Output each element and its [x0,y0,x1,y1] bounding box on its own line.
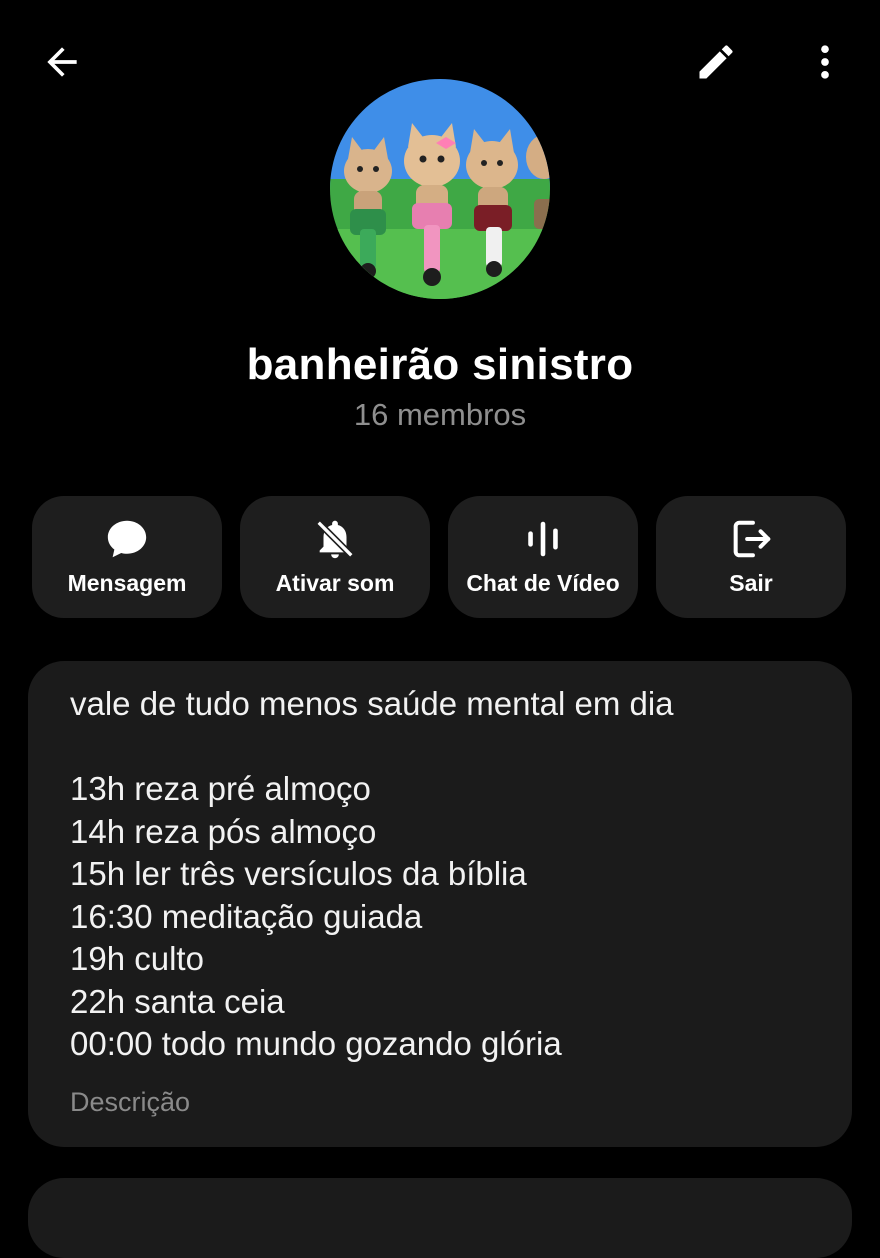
group-avatar-image [330,79,550,299]
unmute-button-label: Ativar som [275,570,395,596]
bell-off-icon [316,520,354,559]
video-chat-button[interactable]: Chat de Vídeo [448,496,638,618]
leave-button[interactable]: Sair [656,496,846,618]
logout-icon [733,520,771,558]
unmute-button[interactable]: Ativar som [240,496,430,618]
message-button[interactable]: Mensagem [32,496,222,618]
video-chat-button-label: Chat de Vídeo [466,570,620,596]
next-section-card [28,1178,852,1258]
more-options-button[interactable] [793,30,857,94]
chat-bubble-icon [107,520,147,558]
description-label: Descrição [70,1087,191,1117]
leave-button-label: Sair [729,570,773,596]
audio-bars-icon [528,521,558,557]
arrow-left-icon [47,47,77,77]
message-button-label: Mensagem [67,570,187,596]
pencil-icon [699,45,733,79]
member-count[interactable]: 16 membros [0,397,880,433]
back-button[interactable] [30,30,94,94]
group-name: banheirão sinistro [246,340,634,389]
edit-button[interactable] [684,30,748,94]
description-text: vale de tudo menos saúde mental em dia 1… [70,685,674,1062]
more-vertical-icon [821,45,829,79]
description-card[interactable]: vale de tudo menos saúde mental em dia 1… [28,661,852,1147]
group-avatar[interactable] [330,79,550,299]
